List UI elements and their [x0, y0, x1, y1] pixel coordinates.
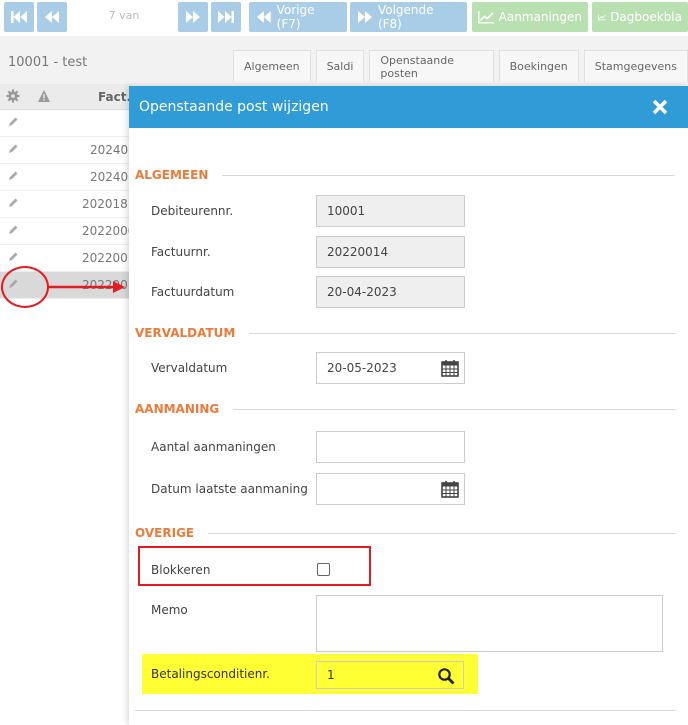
edit-open-item-dialog: Openstaande post wijzigen ALGEMEEN Debit…	[129, 86, 688, 725]
factuurdatum-field: 20-04-2023	[316, 276, 465, 308]
volgende-button[interactable]: Volgende (F8)	[350, 2, 467, 32]
table-row[interactable]: 202400	[0, 164, 136, 191]
dialog-title: Openstaande post wijzigen	[139, 99, 329, 115]
blokkeren-label: Blokkeren	[151, 563, 211, 577]
vervaldatum-field[interactable]: 20-05-2023	[316, 352, 465, 384]
memo-textarea[interactable]	[316, 595, 663, 652]
section-title: VERVALDATUM	[135, 326, 236, 340]
tab-openstaande-posten[interactable]: Openstaande posten	[369, 50, 494, 82]
open-items-grid: Fact.n 202400 202400 2020181 2022000 202…	[0, 84, 140, 725]
betalingsconditie-field[interactable]: 1	[316, 661, 464, 689]
trend-chart-icon	[598, 14, 606, 21]
fast-forward-icon	[186, 11, 200, 23]
table-row[interactable]: 2022000	[0, 218, 136, 245]
pencil-icon[interactable]	[7, 251, 19, 263]
warning-icon	[38, 90, 50, 102]
volgende-label: Volgende (F8)	[377, 3, 434, 31]
section-vervaldatum: VERVALDATUM	[135, 326, 675, 340]
aanmaningen-label: Aanmaningen	[498, 10, 582, 24]
datum-laatste-aanmaning-field[interactable]	[316, 473, 465, 505]
trend-chart-icon	[478, 11, 494, 24]
datum-laatste-aanmaning-label: Datum laatste aanmaning	[151, 482, 308, 496]
aantal-aanmaningen-field[interactable]	[316, 431, 465, 463]
factuurdatum-label: Factuurdatum	[151, 285, 235, 299]
next-record-button[interactable]	[178, 2, 208, 32]
section-title: AANMANING	[135, 402, 220, 416]
rewind-icon	[256, 11, 271, 23]
betalingsconditie-value: 1	[327, 668, 335, 682]
tab-bar: Algemeen Saldi Openstaande posten Boekin…	[233, 50, 688, 82]
last-record-button[interactable]	[211, 2, 241, 32]
cell-factuurnr: 2022001	[82, 251, 136, 265]
vorige-label: Vorige (F7)	[276, 3, 315, 31]
section-overige: OVERIGE	[135, 526, 675, 540]
vervaldatum-label: Vervaldatum	[151, 361, 228, 375]
record-counter: 7 van	[108, 9, 140, 22]
close-icon[interactable]	[650, 97, 670, 117]
memo-label: Memo	[151, 603, 188, 617]
dialog-header: Openstaande post wijzigen	[129, 86, 688, 128]
toolbar: 7 van Vorige (F7) Volgende (F8) Aanmanin…	[0, 0, 688, 36]
tab-algemeen[interactable]: Algemeen	[233, 50, 311, 82]
highlight-betalingsconditie: Betalingsconditienr. 1	[142, 654, 478, 694]
skip-last-icon	[218, 11, 234, 23]
section-title: OVERIGE	[135, 526, 195, 540]
cell-factuurnr: 2020181	[82, 197, 136, 211]
rewind-icon	[45, 11, 59, 23]
debiteurennr-label: Debiteurennr.	[151, 204, 234, 218]
factuurnr-field: 20220014	[316, 236, 465, 268]
pencil-icon[interactable]	[7, 224, 19, 236]
grid-header: Fact.n	[0, 84, 140, 110]
debiteurennr-field: 10001	[316, 195, 465, 227]
divider	[135, 710, 675, 711]
tab-saldi[interactable]: Saldi	[315, 50, 365, 82]
tab-boekingen[interactable]: Boekingen	[498, 50, 579, 82]
skip-first-icon	[11, 11, 27, 23]
aanmaningen-button[interactable]: Aanmaningen	[472, 2, 588, 32]
first-record-button[interactable]	[4, 2, 34, 32]
vorige-button[interactable]: Vorige (F7)	[249, 2, 347, 32]
pencil-icon[interactable]	[7, 116, 19, 128]
previous-record-button[interactable]	[37, 2, 67, 32]
dagboekblad-button[interactable]: Dagboekbla	[592, 2, 688, 32]
annotation-circle	[1, 266, 49, 308]
table-row[interactable]: 202400	[0, 137, 136, 164]
vervaldatum-value: 20-05-2023	[327, 361, 397, 375]
table-row[interactable]: 2020181	[0, 191, 136, 218]
search-icon[interactable]	[437, 667, 455, 685]
fast-forward-icon	[357, 11, 372, 23]
factuurnr-label: Factuurnr.	[151, 245, 211, 259]
section-algemeen: ALGEMEEN	[135, 168, 675, 182]
section-title: ALGEMEEN	[135, 168, 209, 182]
dagboekblad-label: Dagboekbla	[610, 10, 682, 24]
blokkeren-checkbox[interactable]	[317, 563, 330, 576]
gear-icon[interactable]	[6, 89, 20, 103]
table-row[interactable]	[0, 110, 132, 137]
pencil-icon[interactable]	[7, 197, 19, 209]
tab-stamgegevens[interactable]: Stamgegevens	[583, 50, 688, 82]
annotation-arrow	[49, 281, 125, 293]
calendar-icon[interactable]	[440, 358, 460, 378]
aantal-aanmaningen-label: Aantal aanmaningen	[151, 440, 276, 454]
section-aanmaning: AANMANING	[135, 402, 675, 416]
cell-factuurnr: 2022000	[82, 224, 136, 238]
calendar-icon[interactable]	[440, 479, 460, 499]
betalingsconditie-label: Betalingsconditienr.	[151, 667, 270, 681]
pencil-icon[interactable]	[7, 143, 19, 155]
pencil-icon[interactable]	[7, 170, 19, 182]
record-title: 10001 - test	[8, 55, 88, 70]
